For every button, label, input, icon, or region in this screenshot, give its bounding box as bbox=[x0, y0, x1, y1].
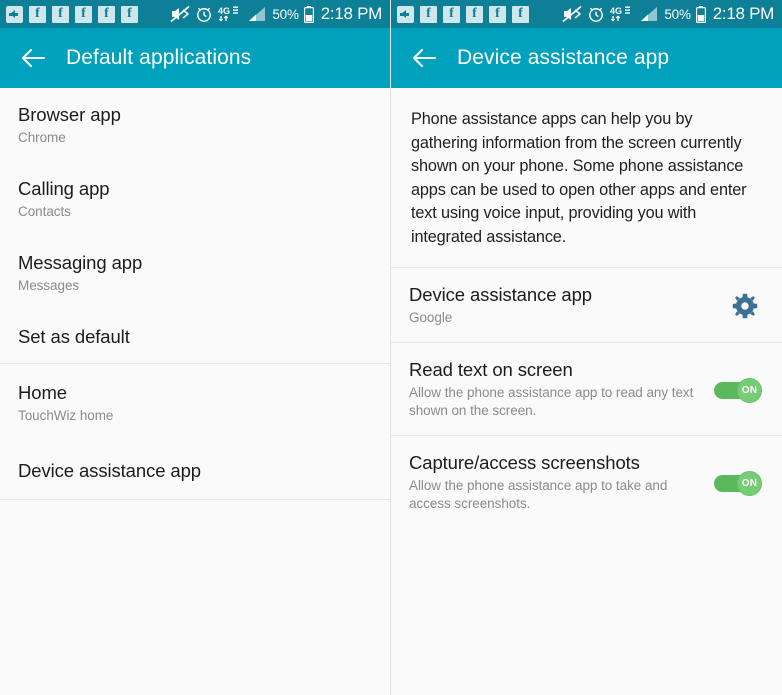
list-item-title: Read text on screen bbox=[409, 359, 573, 380]
list-item-title: Messaging app bbox=[18, 252, 143, 273]
list-item-title: Home bbox=[18, 382, 67, 403]
toggle-state-label: ON bbox=[741, 477, 758, 489]
home-group: Home TouchWiz home Device assistance app bbox=[0, 363, 390, 500]
status-bar-clock: 2:18 PM bbox=[712, 4, 775, 23]
svg-text:4G: 4G bbox=[218, 6, 230, 16]
mute-vibrate-off-icon bbox=[562, 5, 582, 23]
list-item-subtitle: Google bbox=[409, 310, 453, 325]
facebook-icon: f bbox=[420, 5, 437, 23]
list-item-title: Device assistance app bbox=[18, 460, 201, 481]
status-bar-notification-icons: f f f f f bbox=[397, 5, 562, 23]
assistance-app-settings-button[interactable] bbox=[728, 292, 762, 320]
list-item-set-as-default[interactable]: Set as default bbox=[0, 310, 390, 363]
left-app-bar: Default applications bbox=[0, 28, 390, 88]
default-apps-group: Browser app Chrome Calling app Contacts … bbox=[0, 88, 390, 363]
svg-text:4G: 4G bbox=[610, 6, 622, 16]
left-screen-default-applications: f f f f f 4G 50% 2:18 PM Default applica… bbox=[0, 0, 391, 695]
status-bar: f f f f f 4G 50% 2:18 PM bbox=[391, 0, 782, 28]
status-bar-clock: 2:18 PM bbox=[320, 4, 383, 23]
gear-icon[interactable] bbox=[731, 292, 759, 320]
status-bar-system-icons: 4G 50% 2:18 PM bbox=[562, 4, 774, 24]
list-item-read-text-on-screen[interactable]: Read text on screen Allow the phone assi… bbox=[391, 342, 782, 435]
list-item-subtitle: Allow the phone assistance app to take a… bbox=[409, 478, 668, 511]
list-item-subtitle: Messages bbox=[18, 278, 80, 293]
toggle-thumb: ON bbox=[737, 470, 762, 496]
list-item-device-assistance-app[interactable]: Device assistance app Google bbox=[391, 267, 782, 342]
status-bar: f f f f f 4G 50% 2:18 PM bbox=[0, 0, 390, 28]
facebook-icon: f bbox=[75, 5, 92, 23]
description-block: Phone assistance apps can help you by ga… bbox=[391, 88, 782, 267]
add-arrow-icon bbox=[6, 5, 23, 23]
facebook-icon: f bbox=[512, 5, 529, 23]
network-4g-lte-icon: 4G bbox=[610, 6, 631, 22]
back-arrow-icon[interactable] bbox=[20, 45, 46, 71]
back-arrow-icon[interactable] bbox=[411, 45, 437, 71]
list-item-subtitle: TouchWiz home bbox=[18, 408, 114, 423]
list-item-calling-app[interactable]: Calling app Contacts bbox=[0, 162, 390, 236]
description-text: Phone assistance apps can help you by ga… bbox=[411, 110, 747, 246]
add-arrow-icon bbox=[397, 5, 414, 23]
toggle-state-label: ON bbox=[741, 384, 758, 396]
list-item-title: Capture/access screenshots bbox=[409, 452, 640, 473]
facebook-icon: f bbox=[121, 5, 138, 23]
left-settings-list: Browser app Chrome Calling app Contacts … bbox=[0, 88, 390, 695]
facebook-icon: f bbox=[52, 5, 69, 23]
read-text-on-screen-toggle[interactable]: ON bbox=[714, 377, 762, 403]
signal-bars-icon bbox=[249, 6, 266, 21]
list-item-capture-access-screenshots[interactable]: Capture/access screenshots Allow the pho… bbox=[391, 435, 782, 528]
list-item-title: Browser app bbox=[18, 104, 121, 125]
facebook-icon: f bbox=[98, 5, 115, 23]
list-item-subtitle: Chrome bbox=[18, 130, 66, 145]
list-item-subtitle: Allow the phone assistance app to read a… bbox=[409, 385, 694, 418]
alarm-clock-icon bbox=[197, 7, 212, 22]
facebook-icon: f bbox=[29, 5, 46, 23]
facebook-icon: f bbox=[466, 5, 483, 23]
list-item-messaging-app[interactable]: Messaging app Messages bbox=[0, 236, 390, 310]
status-bar-notification-icons: f f f f f bbox=[6, 5, 170, 23]
list-item-title: Device assistance app bbox=[409, 284, 592, 305]
alarm-clock-icon bbox=[589, 7, 604, 22]
battery-percent-label: 50% bbox=[664, 6, 691, 22]
list-item-browser-app[interactable]: Browser app Chrome bbox=[0, 88, 390, 162]
facebook-icon: f bbox=[443, 5, 460, 23]
list-item-device-assistance-app[interactable]: Device assistance app bbox=[0, 442, 390, 499]
right-screen-device-assistance-app: f f f f f 4G 50% 2:18 PM Device assistan… bbox=[391, 0, 782, 695]
capture-screenshots-toggle[interactable]: ON bbox=[714, 470, 762, 496]
page-title: Default applications bbox=[66, 46, 252, 69]
mute-vibrate-off-icon bbox=[170, 5, 190, 23]
page-title: Device assistance app bbox=[457, 46, 670, 69]
battery-icon bbox=[303, 5, 314, 23]
toggle-thumb: ON bbox=[737, 377, 762, 403]
battery-percent-label: 50% bbox=[272, 6, 299, 22]
facebook-icon: f bbox=[489, 5, 506, 23]
list-item-title: Set as default bbox=[18, 326, 130, 347]
battery-icon bbox=[695, 5, 706, 23]
network-4g-lte-icon: 4G bbox=[218, 6, 239, 22]
list-item-home[interactable]: Home TouchWiz home bbox=[0, 364, 390, 442]
signal-bars-icon bbox=[641, 6, 658, 21]
status-bar-system-icons: 4G 50% 2:18 PM bbox=[170, 4, 382, 24]
right-settings-list: Phone assistance apps can help you by ga… bbox=[391, 88, 782, 695]
list-item-title: Calling app bbox=[18, 178, 110, 199]
dual-screenshot-container: f f f f f 4G 50% 2:18 PM Default applica… bbox=[0, 0, 782, 695]
list-item-subtitle: Contacts bbox=[18, 204, 71, 219]
right-app-bar: Device assistance app bbox=[391, 28, 782, 88]
